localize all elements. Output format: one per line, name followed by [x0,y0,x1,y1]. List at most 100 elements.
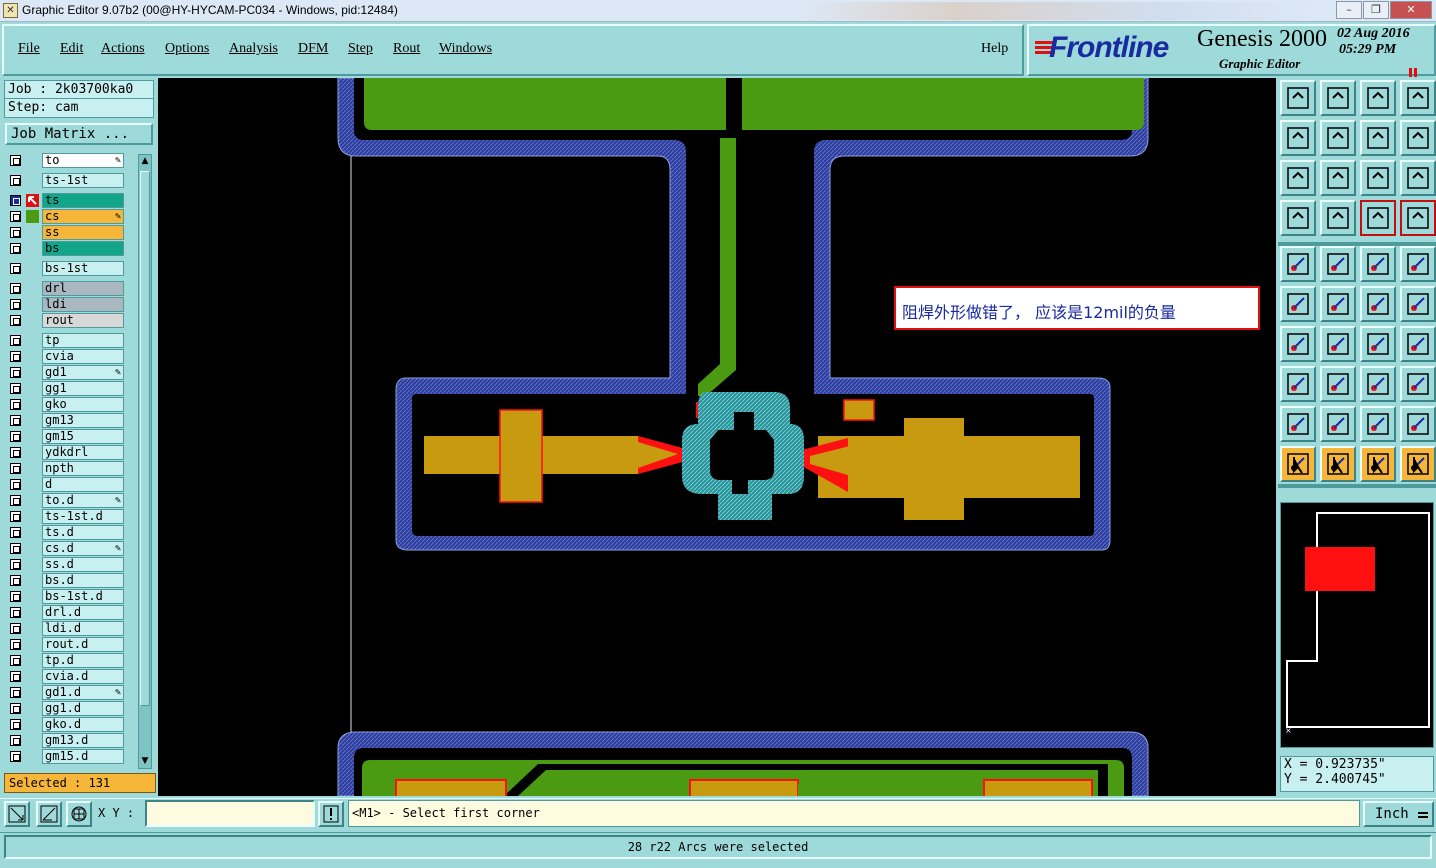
move-left-icon[interactable] [1280,120,1316,156]
menu-file[interactable]: File [18,41,40,57]
layer-checkbox[interactable] [10,719,21,730]
menu-options[interactable]: Options [165,41,209,57]
layer-checkbox[interactable] [10,735,21,746]
layer-row[interactable]: to.d ✎ [6,493,126,508]
layer-row[interactable]: ss [6,225,126,240]
menu-analysis[interactable]: Analysis [229,41,278,57]
xy-input[interactable] [145,800,315,827]
layer-checkbox[interactable] [10,195,21,206]
layer-checkbox[interactable] [10,463,21,474]
line-icon[interactable] [1320,246,1356,282]
grid-icon[interactable] [66,801,92,827]
layer-row[interactable]: bs-1st [6,261,126,276]
measure-ruler-icon[interactable] [1360,246,1396,282]
menu-dfm[interactable]: DFM [298,41,328,57]
close-button[interactable]: ✕ [1390,1,1432,19]
pan-icon[interactable] [1320,160,1356,196]
layer-checkbox[interactable] [10,299,21,310]
alert-icon[interactable] [318,801,344,827]
help-icon[interactable] [1400,160,1436,196]
layer-checkbox[interactable] [10,623,21,634]
fit-box-icon[interactable] [1360,366,1396,402]
dot-icon[interactable] [1400,246,1436,282]
layer-row[interactable]: cvia.d [6,669,126,684]
scale-1-2-icon[interactable] [1360,160,1396,196]
menu-step[interactable]: Step [348,41,373,57]
layer-row[interactable]: ts-1st.d [6,509,126,524]
layer-checkbox[interactable] [10,607,21,618]
layer-checkbox[interactable] [10,283,21,294]
home-layer-icon[interactable] [1280,80,1316,116]
layer-row[interactable]: gd1 ✎ [6,365,126,380]
layer-row[interactable]: gko [6,397,126,412]
layer-row[interactable]: ydkdrl [6,445,126,460]
layer-row[interactable]: tp [6,333,126,348]
layer-row[interactable]: gm15.d [6,749,126,764]
layer-checkbox[interactable] [10,639,21,650]
snap-icon[interactable] [1280,366,1316,402]
layer-checkbox[interactable] [10,511,21,522]
select-circle-icon[interactable] [1360,446,1396,482]
select-box-icon[interactable] [1320,446,1356,482]
angle-icon[interactable] [1280,326,1316,362]
layer-row[interactable]: rout [6,313,126,328]
layer-checkbox[interactable] [10,687,21,698]
layer-checkbox[interactable] [10,243,21,254]
window-icon[interactable] [1400,80,1436,116]
layer-row[interactable]: gg1.d [6,701,126,716]
net-red-2-icon[interactable] [1400,200,1436,236]
graphic-canvas[interactable]: 阻焊外形做错了， 应该是12mil的负量 [158,78,1276,796]
layer-checkbox[interactable] [10,227,21,238]
zoom-window-icon[interactable] [4,801,30,827]
step-down-icon[interactable] [1320,80,1356,116]
layer-checkbox[interactable] [10,431,21,442]
delete-icon[interactable] [1320,286,1356,322]
grid-toggle-icon[interactable] [1320,200,1356,236]
layer-checkbox[interactable] [10,479,21,490]
units-dropdown[interactable]: Inch [1363,801,1434,827]
move-right-icon[interactable] [1320,120,1356,156]
layer-checkbox[interactable] [10,211,21,222]
layer-checkbox[interactable] [10,315,21,326]
zigzag-icon[interactable] [1400,120,1436,156]
layer-checkbox[interactable] [10,559,21,570]
job-matrix-button[interactable]: Job Matrix ... [5,123,153,145]
layer-row[interactable]: ts.d [6,525,126,540]
layer-checkbox[interactable] [10,383,21,394]
pause-icon[interactable] [1409,64,1419,77]
layer-row[interactable]: drl.d [6,605,126,620]
layer-row[interactable]: gm13 [6,413,126,428]
layer-checkbox[interactable] [10,367,21,378]
layer-checkbox[interactable] [10,415,21,426]
layer-scrollbar[interactable]: ▲ ▼ [138,154,152,769]
group-icon[interactable] [1400,366,1436,402]
scroll-down-icon[interactable]: ▼ [139,755,151,768]
layer-checkbox[interactable] [10,575,21,586]
layer-row[interactable]: npth [6,461,126,476]
rotate-icon[interactable] [1360,326,1396,362]
layer-checkbox[interactable] [10,155,21,166]
triangle-2-icon[interactable] [1320,406,1356,442]
menu-actions[interactable]: Actions [101,41,145,57]
add-pad-icon[interactable] [1360,286,1396,322]
layer-checkbox[interactable] [10,703,21,714]
layer-row[interactable]: bs-1st.d [6,589,126,604]
scroll-up-icon[interactable]: ▲ [139,155,151,168]
layer-row[interactable]: gko.d [6,717,126,732]
menu-rout[interactable]: Rout [393,41,420,57]
net-red-icon[interactable] [1360,200,1396,236]
layer-row[interactable]: tp.d [6,653,126,668]
layer-row[interactable]: drl [6,281,126,296]
layer-row[interactable]: ss.d [6,557,126,572]
line-edit-icon[interactable] [1320,326,1356,362]
menu-help[interactable]: Help [981,41,1008,57]
layer-checkbox[interactable] [10,527,21,538]
layer-row[interactable]: cvia [6,349,126,364]
layer-row[interactable]: ldi [6,297,126,312]
layer-row[interactable]: ts-1st [6,173,126,188]
layer-row[interactable]: gg1 [6,381,126,396]
scroll-thumb[interactable] [140,171,150,706]
layer-checkbox[interactable] [10,399,21,410]
layer-checkbox[interactable] [10,495,21,506]
layer-checkbox[interactable] [10,447,21,458]
